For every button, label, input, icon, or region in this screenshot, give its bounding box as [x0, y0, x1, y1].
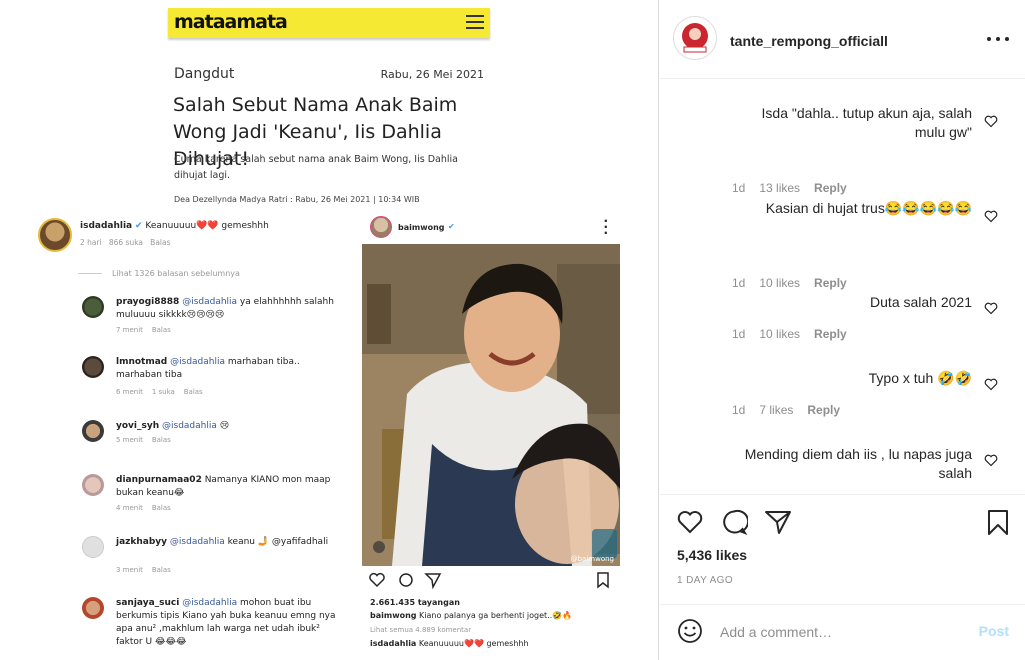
reply-button[interactable]: Reply — [807, 403, 840, 417]
comment-text: Isda "dahla.. tutup akun aja, salah mulu… — [761, 105, 972, 140]
video-views: 2.661.435 tayangan — [370, 598, 460, 607]
avatar — [82, 356, 104, 378]
like-comment-icon[interactable] — [984, 114, 998, 128]
comment-likes[interactable]: 13 likes — [759, 181, 800, 195]
comment-time: 1d — [732, 327, 746, 341]
comment-icon[interactable] — [720, 508, 748, 536]
avatar — [82, 296, 104, 318]
emoji-icon[interactable] — [676, 617, 704, 645]
article-lead: Cuma karena salah sebut nama anak Baim W… — [174, 154, 458, 181]
save-icon[interactable] — [984, 508, 1012, 536]
verified-icon: ✔ — [448, 222, 455, 231]
avatar — [82, 420, 104, 442]
more-icon: · · · — [603, 214, 608, 240]
view-all-comments: Lihat semua 4.889 komentar — [370, 626, 472, 634]
avatar — [370, 216, 392, 238]
comment-text: Duta salah 2021 — [870, 294, 972, 310]
likes-count[interactable]: 5,436 likes — [677, 547, 747, 563]
reply-button[interactable]: Reply — [814, 276, 847, 290]
comment-likes[interactable]: 7 likes — [759, 403, 793, 417]
comment-time: 1d — [732, 181, 746, 195]
article-header: mataamata — [168, 8, 490, 38]
comment-meta: 1d 10 likes Reply — [732, 327, 861, 341]
post-action-icons — [369, 572, 609, 590]
comment-time: 1d — [732, 403, 746, 417]
post-caption: baimwong Kiano palanya ga berhenti joget… — [370, 611, 573, 620]
comments-list: Isda "dahla.. tutup akun aja, salah mulu… — [660, 80, 1025, 494]
comment-text: Typo x tuh 🤣🤣 — [868, 370, 972, 386]
reply-button[interactable]: Reply — [814, 327, 847, 341]
avatar — [82, 536, 104, 558]
like-comment-icon[interactable] — [984, 301, 998, 315]
video-frame: @baimwong — [362, 244, 620, 566]
add-comment-bar: Post — [660, 604, 1025, 660]
reply-button[interactable]: Reply — [814, 181, 847, 195]
comment-likes[interactable]: 10 likes — [759, 276, 800, 290]
avatar — [82, 597, 104, 619]
view-more-replies: Lihat 1326 balasan sebelumnya — [78, 269, 240, 278]
like-icon[interactable] — [676, 508, 704, 536]
comment-likes[interactable]: 10 likes — [759, 327, 800, 341]
comment-time: 1d — [732, 276, 746, 290]
post-sidebar: tante_rempong_officiall Isda "dahla.. tu… — [660, 0, 1025, 660]
comment-text: Mending diem dah iis , lu napas juga sal… — [744, 446, 972, 481]
embedded-video-post: baimwong ✔ · · · @baimwong 2.661.435 tay… — [362, 214, 620, 660]
instagram-post-view: mataamata Dangdut Rabu, 26 Mei 2021 Sala… — [0, 0, 1025, 660]
profile-avatar[interactable] — [673, 16, 717, 60]
article-date: Rabu, 26 Mei 2021 — [380, 68, 484, 81]
embedded-comments-screenshot: isdadahlia ✔ Keanuuuuu❤️❤️ gemeshhh 2 ha… — [38, 214, 338, 660]
article-byline: Dea Dezellynda Madya Ratri : Rabu, 26 Me… — [174, 195, 420, 204]
comment-meta: 1d 10 likes Reply — [732, 276, 861, 290]
like-icon — [369, 572, 385, 588]
share-icon — [424, 573, 442, 590]
post-actions: 5,436 likes 1 DAY AGO — [660, 494, 1025, 604]
save-icon — [597, 572, 609, 589]
last-comment: isdadahlia Keanuuuuu❤️❤️ gemeshhh — [370, 639, 529, 648]
video-scene — [362, 244, 620, 566]
share-icon[interactable] — [764, 508, 792, 536]
add-comment-input[interactable] — [720, 621, 960, 643]
post-timestamp: 1 DAY AGO — [677, 575, 734, 586]
like-comment-icon[interactable] — [984, 209, 998, 223]
post-username: baimwong — [398, 223, 445, 232]
comment-text: Kasian di hujat trus😂😂😂😂😂 — [765, 200, 972, 216]
avatar-illustration — [674, 17, 716, 59]
post-image[interactable]: mataamata Dangdut Rabu, 26 Mei 2021 Sala… — [0, 0, 659, 660]
site-logo: mataamata — [174, 11, 288, 33]
video-watermark: @baimwong — [570, 555, 614, 563]
post-actions — [368, 571, 618, 590]
post-meta: 2 hari 866 suka Balas — [80, 238, 171, 247]
menu-icon — [466, 15, 484, 29]
article-category: Dangdut — [174, 66, 235, 82]
post-header: tante_rempong_officiall — [660, 0, 1025, 79]
username[interactable]: tante_rempong_officiall — [730, 33, 888, 49]
like-comment-icon[interactable] — [984, 453, 998, 467]
comment-meta: 1d 7 likes Reply — [732, 403, 854, 417]
post-comment-button[interactable]: Post — [979, 623, 1009, 639]
like-comment-icon[interactable] — [984, 377, 998, 391]
comment-icon — [399, 573, 413, 587]
post-header: baimwong ✔ · · · — [362, 214, 620, 244]
comment-meta: 1d 13 likes Reply — [732, 181, 861, 195]
avatar — [82, 474, 104, 496]
post-caption: isdadahlia ✔ Keanuuuuu❤️❤️ gemeshhh — [80, 221, 269, 231]
more-options-icon[interactable] — [987, 30, 1009, 46]
avatar — [38, 218, 72, 252]
